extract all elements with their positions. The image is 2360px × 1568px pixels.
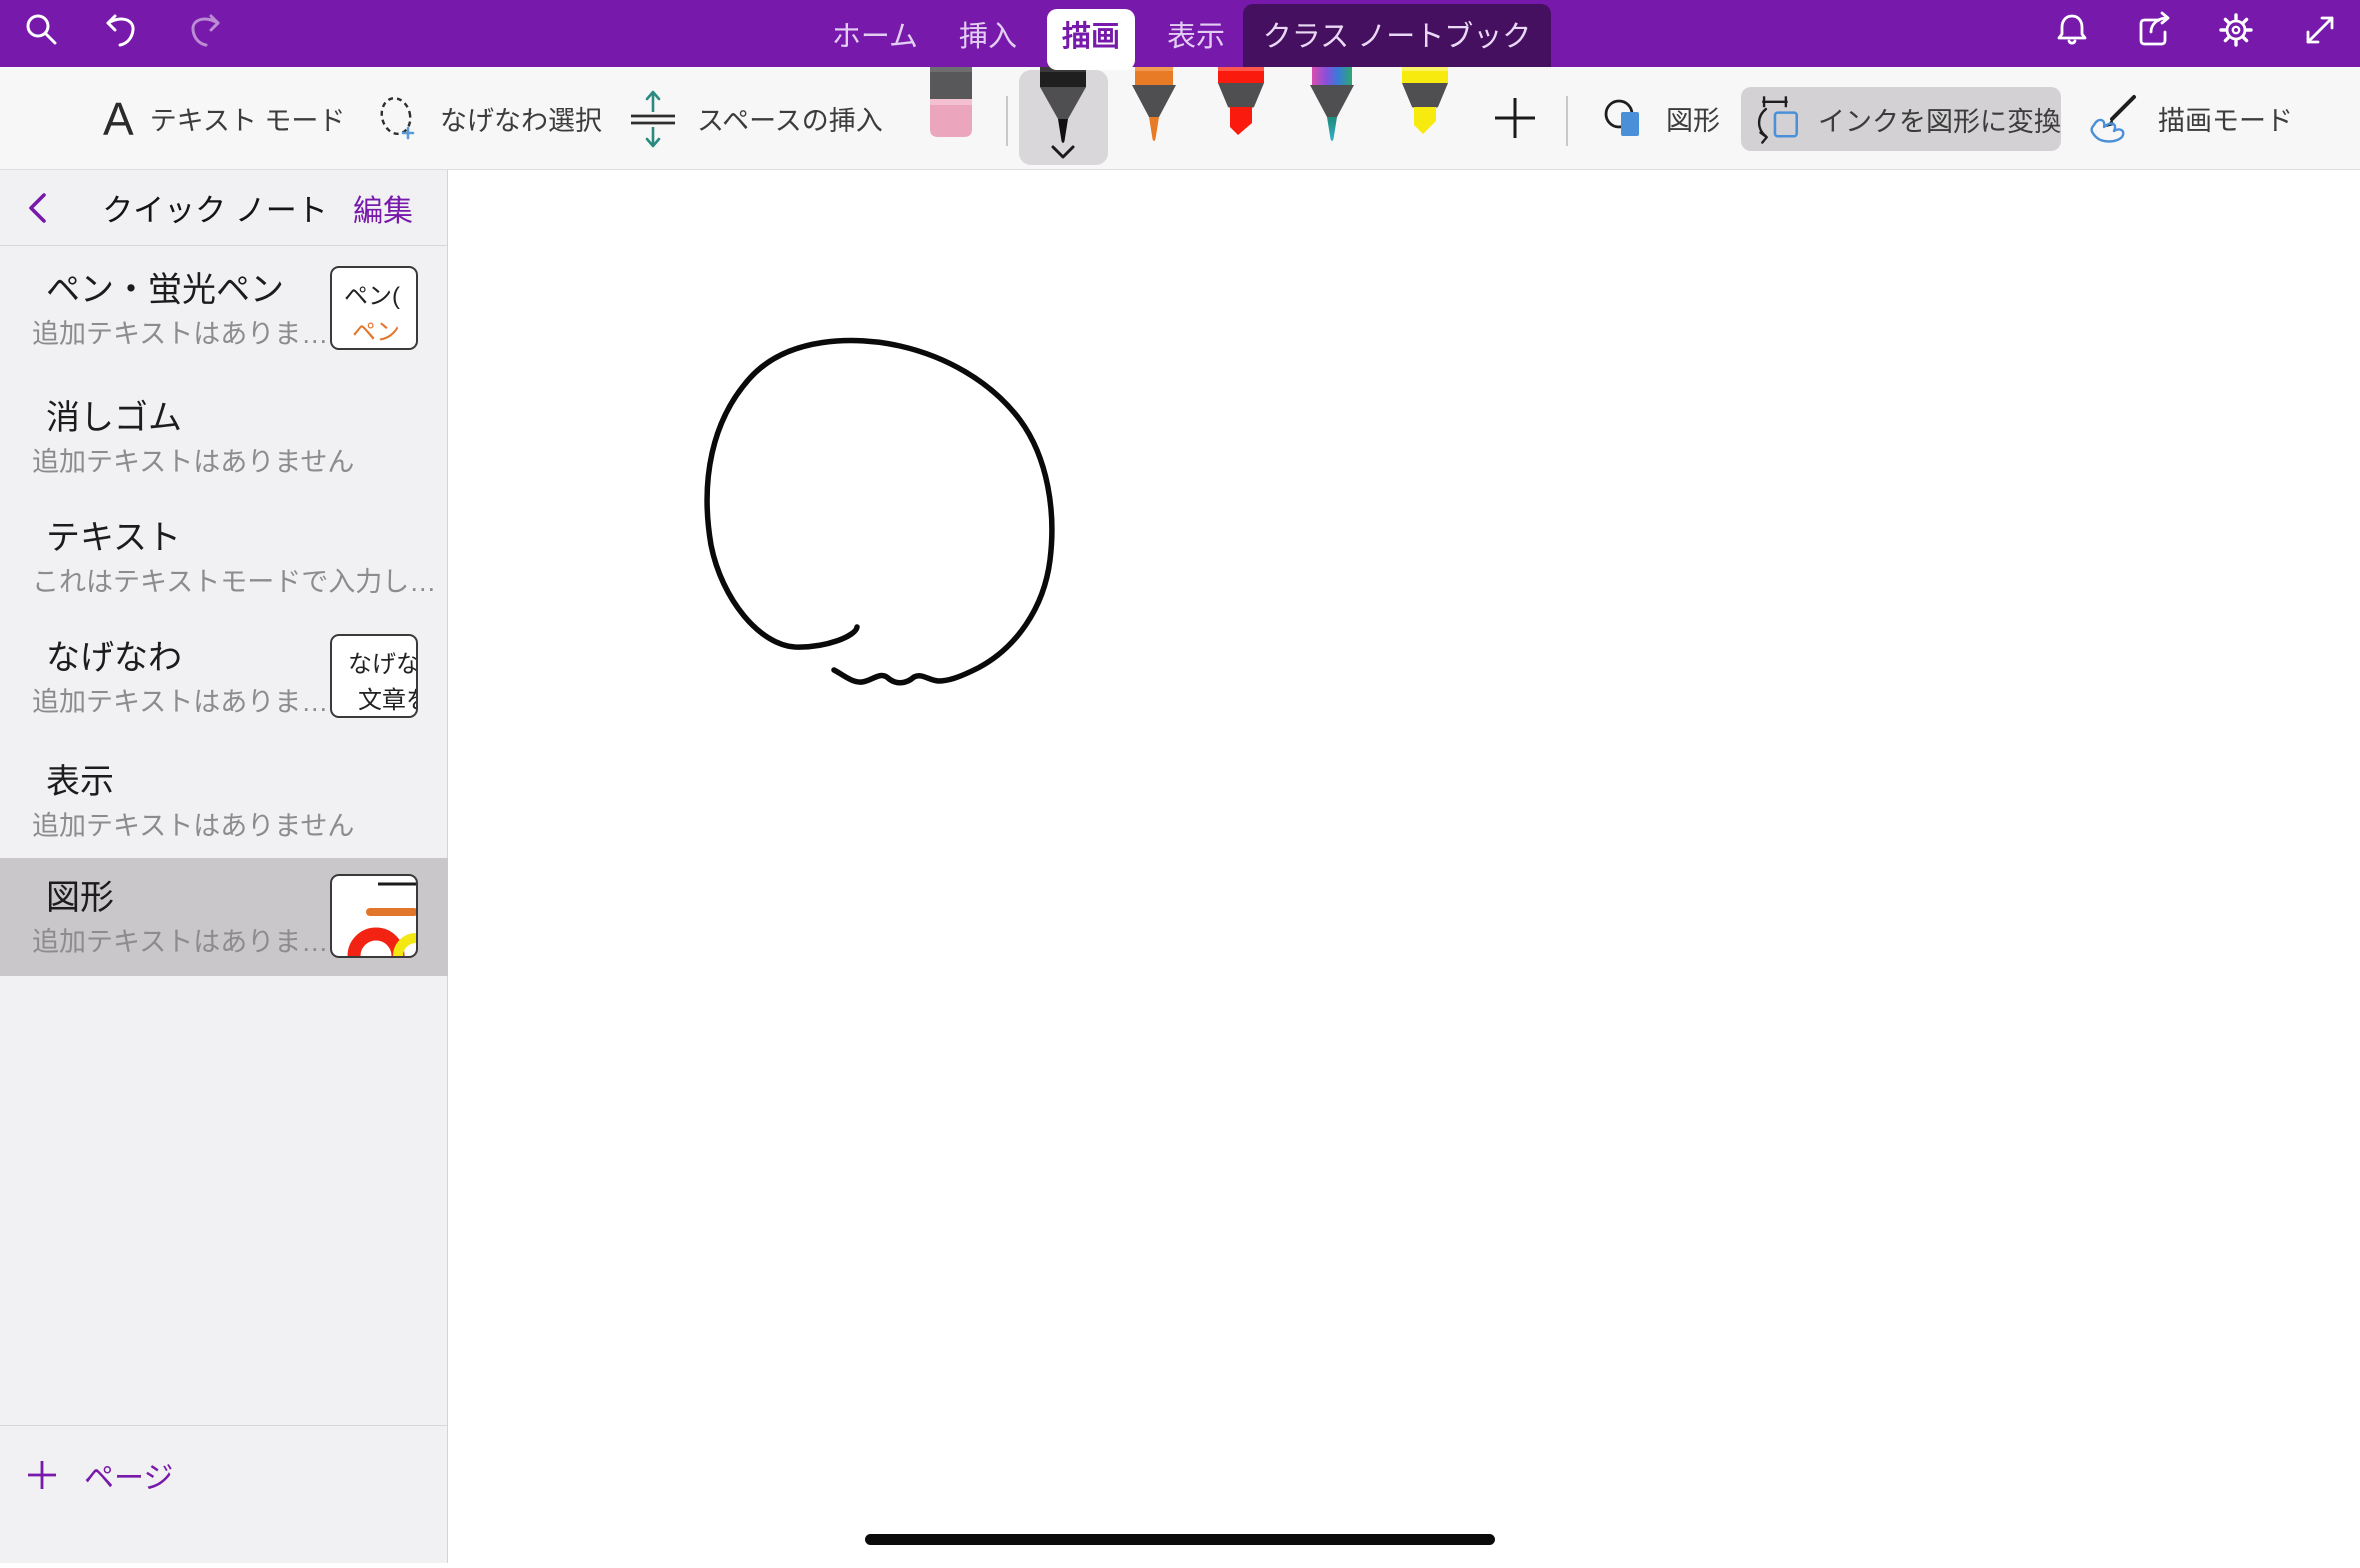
add-page-label: ページ bbox=[84, 1453, 173, 1497]
toolbar-separator bbox=[1006, 96, 1008, 146]
page-thumbnail bbox=[330, 874, 418, 958]
shapes-button[interactable]: 図形 bbox=[1600, 67, 1720, 170]
thumbnail-ink-text: なげな bbox=[348, 644, 418, 679]
sidebar-divider bbox=[0, 245, 447, 246]
lasso-select-label: なげなわ選択 bbox=[440, 99, 602, 138]
page-subtitle: 追加テキストはありません bbox=[32, 440, 354, 479]
share-icon[interactable] bbox=[2134, 10, 2174, 50]
page-list-sidebar: クイック ノート 編集 ペン・蛍光ペン 追加テキストはありま… ペン( ペン 消… bbox=[0, 170, 448, 1563]
highlighter-red[interactable] bbox=[1214, 67, 1268, 142]
app-top-bar: ホーム 挿入 描画 表示 クラス ノートブック bbox=[0, 0, 2360, 67]
sidebar-footer: ページ bbox=[0, 1425, 447, 1563]
page-subtitle: 追加テキストはありま… bbox=[32, 312, 328, 351]
bell-icon[interactable] bbox=[2052, 10, 2092, 50]
draw-ribbon-toolbar: A テキスト モード なげなわ選択 スペースの挿入 bbox=[0, 67, 2360, 170]
insert-space-icon bbox=[625, 88, 681, 150]
shapes-icon bbox=[1600, 94, 1650, 144]
drawing-canvas[interactable] bbox=[449, 170, 2360, 1563]
highlighter-yellow[interactable] bbox=[1398, 67, 1452, 142]
page-subtitle: これはテキストモードで入力し… bbox=[32, 560, 436, 599]
plus-icon bbox=[26, 1459, 58, 1491]
toolbar-separator bbox=[1566, 96, 1568, 146]
page-subtitle: 追加テキストはありません bbox=[32, 804, 354, 843]
thumbnail-ink-text: ペン( bbox=[344, 276, 400, 311]
draw-mode-label: 描画モード bbox=[2158, 99, 2293, 138]
insert-space-label: スペースの挿入 bbox=[697, 99, 883, 138]
page-title: 消しゴム bbox=[46, 390, 182, 439]
tab-class-notebook[interactable]: クラス ノートブック bbox=[1263, 0, 1531, 67]
tab-view[interactable]: 表示 bbox=[1167, 0, 1225, 67]
pen-rainbow[interactable] bbox=[1306, 67, 1358, 142]
add-page-button[interactable]: ページ bbox=[26, 1453, 173, 1497]
page-row-lasso[interactable]: なげなわ 追加テキストはありま… なげな 文章を bbox=[0, 618, 448, 736]
search-icon[interactable] bbox=[22, 10, 62, 50]
gear-icon[interactable] bbox=[2216, 10, 2256, 50]
page-title: テキスト bbox=[46, 510, 181, 559]
draw-mode-button[interactable]: 描画モード bbox=[2086, 67, 2293, 170]
thumbnail-ink-drawing bbox=[332, 876, 416, 956]
ink-stroke-circle bbox=[449, 170, 2360, 1563]
page-row-eraser[interactable]: 消しゴム 追加テキストはありません bbox=[0, 378, 448, 496]
pen-orange[interactable] bbox=[1128, 67, 1180, 142]
undo-icon[interactable] bbox=[102, 10, 142, 50]
redo-icon[interactable] bbox=[184, 10, 224, 50]
page-title: 図形 bbox=[46, 870, 114, 919]
home-indicator[interactable] bbox=[865, 1534, 1495, 1545]
lasso-select-button[interactable]: なげなわ選択 bbox=[372, 67, 602, 170]
page-subtitle: 追加テキストはありま… bbox=[32, 920, 328, 959]
fullscreen-icon[interactable] bbox=[2300, 10, 2340, 50]
page-title: ペン・蛍光ペン bbox=[46, 262, 284, 311]
page-row-text[interactable]: テキスト これはテキストモードで入力し… bbox=[0, 498, 448, 616]
page-thumbnail: ペン( ペン bbox=[330, 266, 418, 350]
pen-black[interactable] bbox=[1035, 67, 1091, 162]
page-thumbnail: なげな 文章を bbox=[330, 634, 418, 718]
sidebar-divider bbox=[0, 1425, 447, 1426]
draw-mode-icon bbox=[2086, 91, 2142, 147]
sidebar-header: クイック ノート 編集 bbox=[0, 170, 447, 245]
text-mode-label: テキスト モード bbox=[150, 99, 346, 138]
notebook-title: クイック ノート bbox=[100, 170, 330, 245]
page-row-pen-highlighter[interactable]: ペン・蛍光ペン 追加テキストはありま… ペン( ペン bbox=[0, 250, 448, 368]
back-chevron-icon[interactable] bbox=[24, 192, 52, 224]
thumbnail-ink-text: 文章を bbox=[358, 680, 418, 715]
text-mode-button[interactable]: A テキスト モード bbox=[103, 67, 345, 170]
page-title: 表示 bbox=[46, 754, 114, 803]
page-row-view[interactable]: 表示 追加テキストはありません bbox=[0, 742, 448, 860]
ink-to-shape-button[interactable]: インクを図形に変換 bbox=[1741, 87, 2061, 151]
ink-to-shape-icon bbox=[1755, 92, 1804, 146]
edit-button[interactable]: 編集 bbox=[353, 170, 413, 245]
shapes-label: 図形 bbox=[1666, 99, 1720, 138]
thumbnail-ink-text: ペン bbox=[352, 312, 400, 347]
lasso-icon bbox=[372, 90, 424, 148]
page-title: なげなわ bbox=[46, 630, 182, 679]
add-pen-button[interactable] bbox=[1492, 95, 1538, 141]
insert-space-button[interactable]: スペースの挿入 bbox=[625, 67, 883, 170]
ink-to-shape-label: インクを図形に変換 bbox=[1818, 100, 2061, 139]
text-mode-icon: A bbox=[103, 92, 134, 146]
eraser-tool[interactable] bbox=[925, 67, 977, 142]
tab-insert[interactable]: 挿入 bbox=[959, 0, 1017, 67]
page-row-shapes[interactable]: 図形 追加テキストはありま… bbox=[0, 858, 448, 976]
tab-home[interactable]: ホーム bbox=[832, 0, 918, 67]
tab-draw[interactable]: 描画 bbox=[1062, 0, 1120, 67]
page-subtitle: 追加テキストはありま… bbox=[32, 680, 328, 719]
